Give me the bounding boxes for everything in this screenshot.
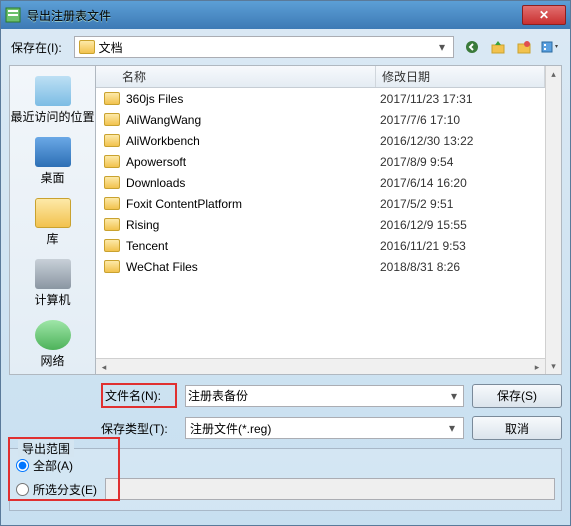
- place-computer[interactable]: 计算机: [10, 255, 95, 312]
- network-icon: [35, 320, 71, 350]
- folder-date: 2016/12/9 15:55: [380, 218, 545, 232]
- filename-value: 注册表备份: [188, 387, 447, 404]
- folder-name: AliWorkbench: [126, 134, 380, 148]
- chevron-down-icon[interactable]: ▾: [445, 421, 459, 435]
- place-network[interactable]: 网络: [10, 316, 95, 373]
- branch-input[interactable]: [105, 478, 555, 500]
- folder-row[interactable]: 360js Files2017/11/23 17:31: [96, 88, 545, 109]
- toolbar: 保存在(I): 文档 ▾: [1, 29, 570, 65]
- folder-name: AliWangWang: [126, 113, 380, 127]
- titlebar[interactable]: 导出注册表文件 ✕: [1, 1, 570, 29]
- range-branch-option[interactable]: 所选分支(E): [16, 478, 555, 500]
- places-sidebar: 最近访问的位置 桌面 库 计算机 网络: [10, 66, 96, 374]
- up-button[interactable]: [488, 37, 508, 57]
- vertical-scrollbar[interactable]: ▴ ▾: [545, 66, 561, 374]
- folder-name: Downloads: [126, 176, 380, 190]
- filetype-dropdown[interactable]: 注册文件(*.reg) ▾: [185, 417, 464, 439]
- folder-icon: [104, 218, 120, 231]
- export-registry-dialog: 导出注册表文件 ✕ 保存在(I): 文档 ▾ 最近访问的位置 桌面 库 计算机 …: [0, 0, 571, 526]
- chevron-down-icon[interactable]: ▾: [447, 389, 461, 403]
- folder-row[interactable]: Rising2016/12/9 15:55: [96, 214, 545, 235]
- folder-icon: [104, 134, 120, 147]
- folder-row[interactable]: Tencent2016/11/21 9:53: [96, 235, 545, 256]
- folder-name: WeChat Files: [126, 260, 380, 274]
- newfolder-button[interactable]: [514, 37, 534, 57]
- chevron-down-icon: ▾: [435, 40, 449, 54]
- column-date[interactable]: 修改日期: [376, 66, 545, 87]
- column-headers[interactable]: 名称 修改日期: [96, 66, 545, 88]
- regedit-icon: [5, 7, 21, 23]
- scroll-right-icon[interactable]: ▸: [529, 359, 545, 374]
- folder-row[interactable]: AliWangWang2017/7/6 17:10: [96, 109, 545, 130]
- desktop-icon: [35, 137, 71, 167]
- filename-input[interactable]: 注册表备份 ▾: [185, 385, 464, 407]
- savein-value: 文档: [99, 39, 435, 56]
- folder-icon: [104, 260, 120, 273]
- folder-name: Apowersoft: [126, 155, 380, 169]
- place-library[interactable]: 库: [10, 194, 95, 251]
- filetype-label: 保存类型(T):: [101, 420, 177, 437]
- folder-date: 2016/11/21 9:53: [380, 239, 545, 253]
- export-range-group: 导出范围 全部(A) 所选分支(E): [9, 448, 562, 511]
- filetype-value: 注册文件(*.reg): [190, 420, 445, 437]
- folder-icon: [104, 113, 120, 126]
- recent-icon: [35, 76, 71, 106]
- folder-icon: [104, 197, 120, 210]
- folder-name: Rising: [126, 218, 380, 232]
- back-button[interactable]: [462, 37, 482, 57]
- folder-row[interactable]: WeChat Files2018/8/31 8:26: [96, 256, 545, 277]
- range-all-radio[interactable]: [16, 459, 29, 472]
- savein-label: 保存在(I):: [11, 39, 62, 56]
- place-desktop[interactable]: 桌面: [10, 133, 95, 190]
- folder-date: 2017/11/23 17:31: [380, 92, 545, 106]
- scroll-left-icon[interactable]: ◂: [96, 359, 112, 374]
- folder-row[interactable]: Foxit ContentPlatform2017/5/2 9:51: [96, 193, 545, 214]
- folder-row[interactable]: AliWorkbench2016/12/30 13:22: [96, 130, 545, 151]
- horizontal-scrollbar[interactable]: ◂ ▸: [96, 358, 545, 374]
- save-button[interactable]: 保存(S): [472, 384, 562, 408]
- folder-date: 2017/5/2 9:51: [380, 197, 545, 211]
- cancel-button[interactable]: 取消: [472, 416, 562, 440]
- folder-date: 2017/7/6 17:10: [380, 113, 545, 127]
- folder-date: 2017/6/14 16:20: [380, 176, 545, 190]
- folder-icon: [104, 176, 120, 189]
- folder-row[interactable]: Apowersoft2017/8/9 9:54: [96, 151, 545, 172]
- folder-name: Foxit ContentPlatform: [126, 197, 380, 211]
- views-button[interactable]: [540, 37, 560, 57]
- folder-date: 2017/8/9 9:54: [380, 155, 545, 169]
- range-all-option[interactable]: 全部(A): [16, 457, 555, 474]
- filename-label: 文件名(N):: [105, 387, 173, 404]
- folder-row[interactable]: Downloads2017/6/14 16:20: [96, 172, 545, 193]
- scroll-down-icon[interactable]: ▾: [546, 358, 561, 374]
- folder-icon: [79, 40, 95, 54]
- folder-name: Tencent: [126, 239, 380, 253]
- file-browser: 最近访问的位置 桌面 库 计算机 网络 名称 修改日期 360js Files2…: [9, 65, 562, 375]
- folder-date: 2018/8/31 8:26: [380, 260, 545, 274]
- export-range-legend: 导出范围: [18, 440, 74, 457]
- folder-name: 360js Files: [126, 92, 380, 106]
- library-icon: [35, 198, 71, 228]
- file-fields: 文件名(N): 注册表备份 ▾ 保存(S) 保存类型(T): 注册文件(*.re…: [101, 383, 562, 440]
- computer-icon: [35, 259, 71, 289]
- scroll-up-icon[interactable]: ▴: [546, 66, 561, 82]
- savein-dropdown[interactable]: 文档 ▾: [74, 36, 454, 58]
- range-branch-radio[interactable]: [16, 483, 29, 496]
- place-recent[interactable]: 最近访问的位置: [10, 72, 95, 129]
- window-title: 导出注册表文件: [27, 7, 522, 24]
- close-button[interactable]: ✕: [522, 5, 566, 25]
- folder-icon: [104, 155, 120, 168]
- column-name[interactable]: 名称: [96, 66, 376, 87]
- folder-icon: [104, 92, 120, 105]
- folder-icon: [104, 239, 120, 252]
- file-list: 名称 修改日期 360js Files2017/11/23 17:31AliWa…: [96, 66, 545, 374]
- folder-date: 2016/12/30 13:22: [380, 134, 545, 148]
